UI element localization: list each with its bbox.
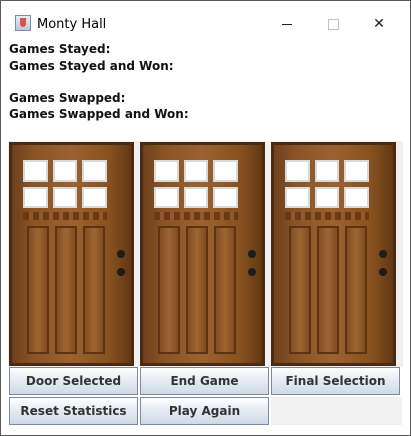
games-stayed-won-label: Games Stayed and Won: [9, 59, 174, 73]
games-stayed-label: Games Stayed: [9, 42, 111, 56]
door-windows [154, 160, 238, 208]
door-windows [23, 160, 107, 208]
title-bar[interactable]: Monty Hall ✕ [1, 1, 410, 32]
app-window: Monty Hall ✕ Games Stayed: Games Stayed … [0, 0, 411, 436]
play-again-button[interactable]: Play Again [140, 397, 269, 425]
door-lock-icon [248, 268, 256, 276]
door-lock-icon [117, 268, 125, 276]
door-knob-icon [379, 250, 387, 258]
minimize-button[interactable] [264, 9, 310, 39]
statistics-panel: Games Stayed: Games Stayed and Won: Game… [1, 39, 410, 141]
empty-cell [271, 397, 402, 425]
button-row-2: Reset Statistics Play Again [8, 397, 403, 427]
window-title: Monty Hall [37, 17, 107, 32]
door-1[interactable] [9, 142, 134, 366]
door-windows [285, 160, 369, 208]
door-3[interactable] [271, 142, 396, 366]
maximize-icon [327, 18, 339, 30]
door-lock-icon [379, 268, 387, 276]
java-cup-icon [15, 15, 31, 31]
door-2[interactable] [140, 142, 265, 366]
door-selected-button[interactable]: Door Selected [9, 367, 138, 395]
games-swapped-label: Games Swapped: [9, 91, 126, 105]
doors-panel [8, 141, 403, 367]
door-knob-icon [117, 250, 125, 258]
door-knob-icon [248, 250, 256, 258]
maximize-button[interactable] [310, 9, 356, 39]
button-row-1: Door Selected End Game Final Selection [8, 367, 403, 397]
minimize-icon [282, 23, 292, 25]
end-game-button[interactable]: End Game [140, 367, 269, 395]
close-icon: ✕ [373, 16, 385, 32]
final-selection-button[interactable]: Final Selection [271, 367, 400, 395]
games-swapped-won-label: Games Swapped and Won: [9, 107, 189, 121]
reset-statistics-button[interactable]: Reset Statistics [9, 397, 138, 425]
close-button[interactable]: ✕ [356, 9, 402, 39]
